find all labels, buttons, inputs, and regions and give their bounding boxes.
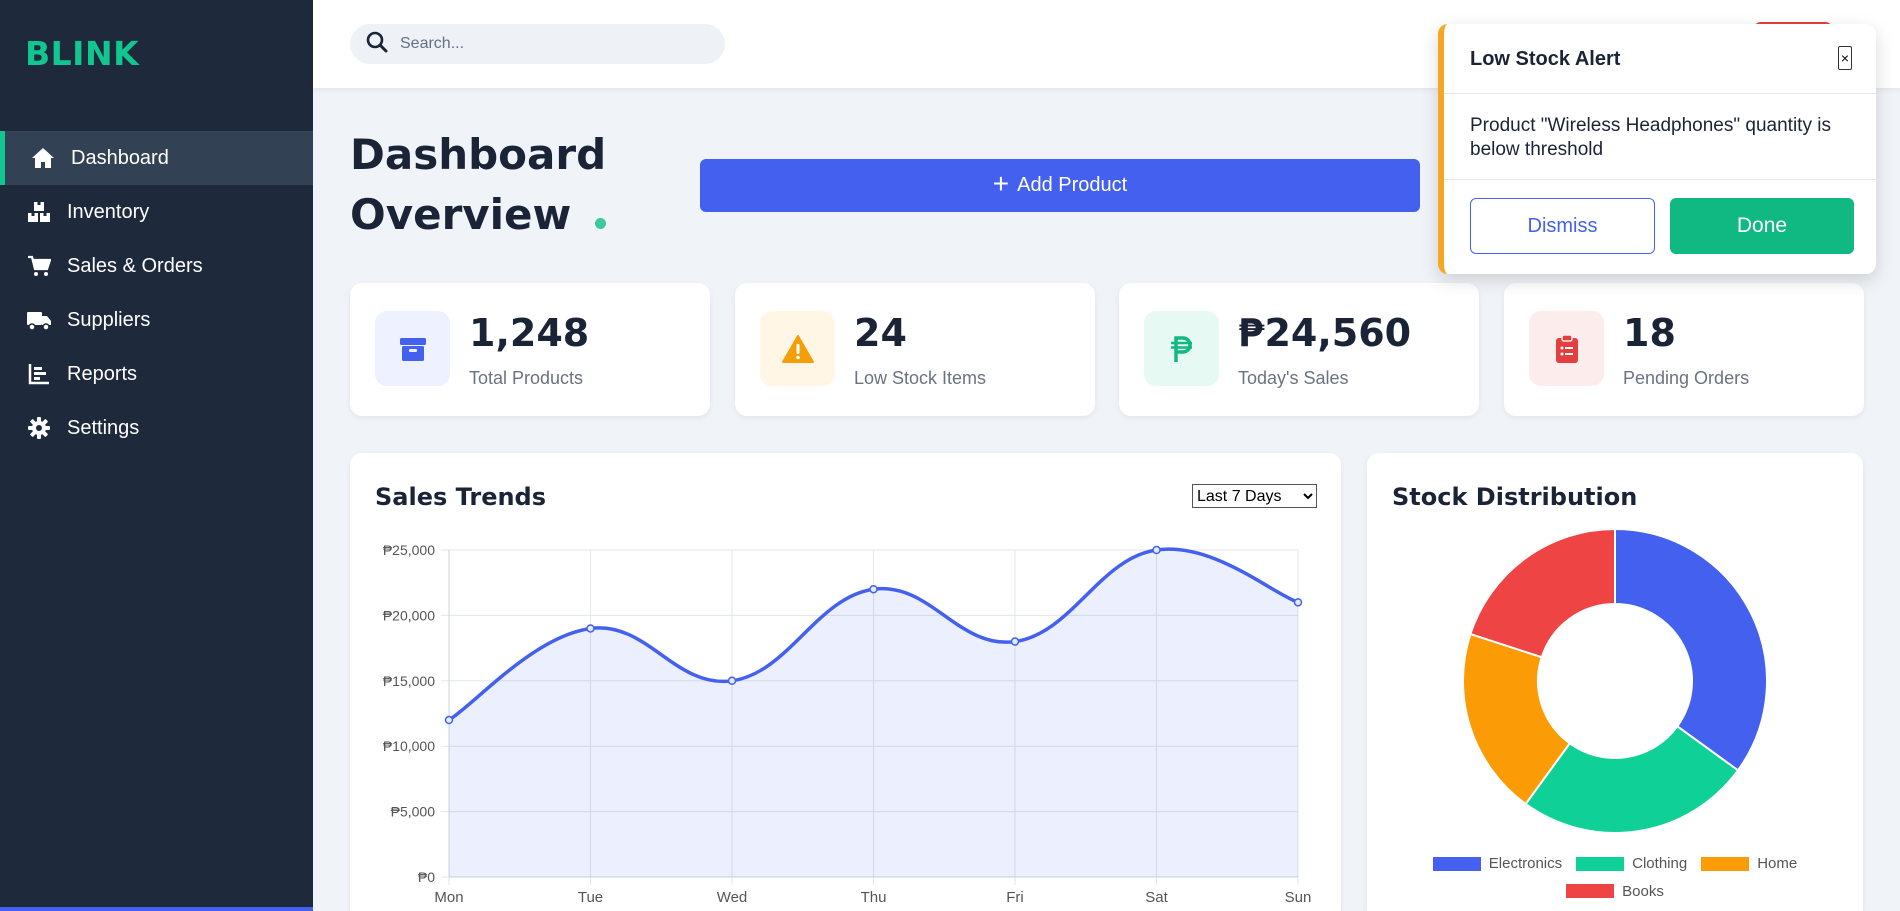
legend-item: Clothing: [1576, 855, 1687, 872]
sidebar-item-dashboard[interactable]: Dashboard: [0, 131, 313, 185]
sales-line-chart: ₱0 ₱5,000 ₱10,000 ₱15,000 ₱20,000 ₱25,000 Mon T…: [383, 542, 1312, 906]
peso-icon: [1144, 311, 1219, 386]
x-tick-label: Wed: [717, 889, 748, 906]
cart-icon: [26, 253, 52, 279]
data-point: [586, 624, 595, 633]
search-icon: [366, 31, 388, 58]
status-dot: [595, 217, 607, 229]
legend-label: Home: [1757, 855, 1798, 872]
x-tick-label: Mon: [434, 889, 463, 906]
stat-label: Pending Orders: [1623, 368, 1750, 388]
chart-legend: Electronics Clothing Home Books: [1367, 855, 1863, 902]
alert-message: Product "Wireless Headphones" quantity i…: [1444, 94, 1876, 180]
x-tick-label: Fri: [1006, 889, 1024, 906]
legend-swatch: [1432, 856, 1481, 871]
stat-card-pending-orders: 18 Pending Orders: [1504, 283, 1864, 416]
sidebar-item-inventory[interactable]: Inventory: [0, 185, 313, 239]
brand-logo: BLINK: [25, 34, 140, 73]
sidebar-item-label: Dashboard: [71, 146, 169, 169]
search-input[interactable]: [400, 35, 700, 53]
bar-chart-icon: [26, 361, 52, 387]
add-product-button[interactable]: + Add Product: [700, 159, 1420, 212]
sidebar-item-label: Settings: [67, 416, 140, 439]
boxes-icon: [26, 199, 52, 225]
gear-icon: [26, 415, 52, 441]
close-button[interactable]: ×: [1838, 46, 1852, 70]
x-tick-label: Sat: [1145, 889, 1168, 906]
series-area: [449, 549, 1298, 877]
data-point: [444, 715, 454, 725]
sidebar-nav: Dashboard Inventory Sales & Orders Suppl…: [0, 131, 313, 455]
legend-label: Clothing: [1632, 855, 1688, 872]
x-tick-label: Thu: [861, 889, 887, 906]
legend-item: Books: [1566, 883, 1664, 900]
sidebar-item-settings[interactable]: Settings: [0, 401, 313, 455]
y-tick-label: ₱10,000: [383, 738, 435, 754]
legend-item: Electronics: [1432, 855, 1563, 872]
sidebar: BLINK Dashboard Inventory Sales & Orders…: [0, 0, 313, 911]
data-point: [1010, 637, 1020, 646]
stat-card-todays-sales: ₱24,560 Today's Sales: [1119, 283, 1479, 416]
page-title-line1: Dashboard: [350, 130, 607, 179]
legend-swatch: [1701, 856, 1750, 871]
done-button[interactable]: Done: [1670, 198, 1854, 254]
page-title-line2: Overview: [350, 190, 572, 239]
stat-value: 24: [854, 311, 907, 355]
sidebar-footer-bar: [0, 907, 313, 911]
sales-trends-panel: Sales Trends Last 7 Days ₱0 ₱5,000 ₱10,000…: [350, 453, 1341, 911]
stat-label: Total Products: [469, 368, 584, 388]
page-title: Dashboard Overview: [350, 125, 607, 245]
y-tick-label: ₱20,000: [383, 607, 435, 623]
x-tick-label: Tue: [578, 889, 603, 906]
stat-label: Today's Sales: [1238, 368, 1349, 388]
home-icon: [30, 145, 56, 171]
plus-icon: +: [992, 168, 1010, 199]
truck-icon: [26, 307, 52, 333]
data-point: [1293, 598, 1303, 607]
alert-title: Low Stock Alert: [1470, 48, 1621, 70]
sidebar-item-label: Suppliers: [67, 308, 151, 331]
alert-footer: Dismiss Done: [1444, 180, 1876, 274]
x-tick-label: Sun: [1285, 889, 1312, 906]
sidebar-item-label: Reports: [67, 362, 138, 385]
donut-slice: [1469, 529, 1616, 659]
stat-value: ₱24,560: [1238, 311, 1412, 355]
y-tick-label: ₱0: [418, 869, 435, 885]
data-point: [1152, 545, 1161, 555]
y-tick-label: ₱5,000: [391, 804, 436, 820]
stat-label: Low Stock Items: [854, 368, 987, 388]
alert-header: Low Stock Alert ×: [1444, 24, 1876, 94]
legend-label: Electronics: [1488, 855, 1563, 872]
legend-swatch: [1576, 856, 1625, 871]
add-product-label: Add Product: [1017, 174, 1128, 196]
sidebar-item-reports[interactable]: Reports: [0, 347, 313, 401]
y-tick-label: ₱25,000: [383, 542, 435, 558]
stat-card-low-stock: 24 Low Stock Items: [735, 283, 1095, 416]
panel-title: Stock Distribution: [1392, 483, 1638, 511]
low-stock-alert: Low Stock Alert × Product "Wireless Head…: [1438, 24, 1876, 274]
stock-donut-chart: [1462, 529, 1768, 834]
sidebar-item-label: Inventory: [67, 200, 150, 223]
legend-label: Books: [1622, 882, 1664, 900]
sidebar-item-sales-orders[interactable]: Sales & Orders: [0, 239, 313, 293]
stat-value: 18: [1623, 311, 1676, 355]
y-tick-label: ₱15,000: [383, 673, 435, 689]
sidebar-item-suppliers[interactable]: Suppliers: [0, 293, 313, 347]
stock-distribution-panel: Stock Distribution Electronics Clothing Ho…: [1367, 453, 1863, 911]
sidebar-item-label: Sales & Orders: [67, 254, 203, 277]
search-box: [350, 24, 725, 64]
data-point: [869, 584, 878, 594]
warning-icon: [760, 311, 835, 386]
donut-slice: [1614, 529, 1768, 772]
stat-value: 1,248: [469, 311, 590, 355]
dismiss-button[interactable]: Dismiss: [1470, 198, 1655, 254]
clipboard-icon: [1529, 311, 1604, 386]
legend-swatch: [1566, 884, 1615, 898]
stat-card-total-products: 1,248 Total Products: [350, 283, 710, 416]
data-point: [727, 676, 737, 686]
legend-item: Home: [1701, 855, 1797, 872]
box-icon: [375, 311, 450, 386]
